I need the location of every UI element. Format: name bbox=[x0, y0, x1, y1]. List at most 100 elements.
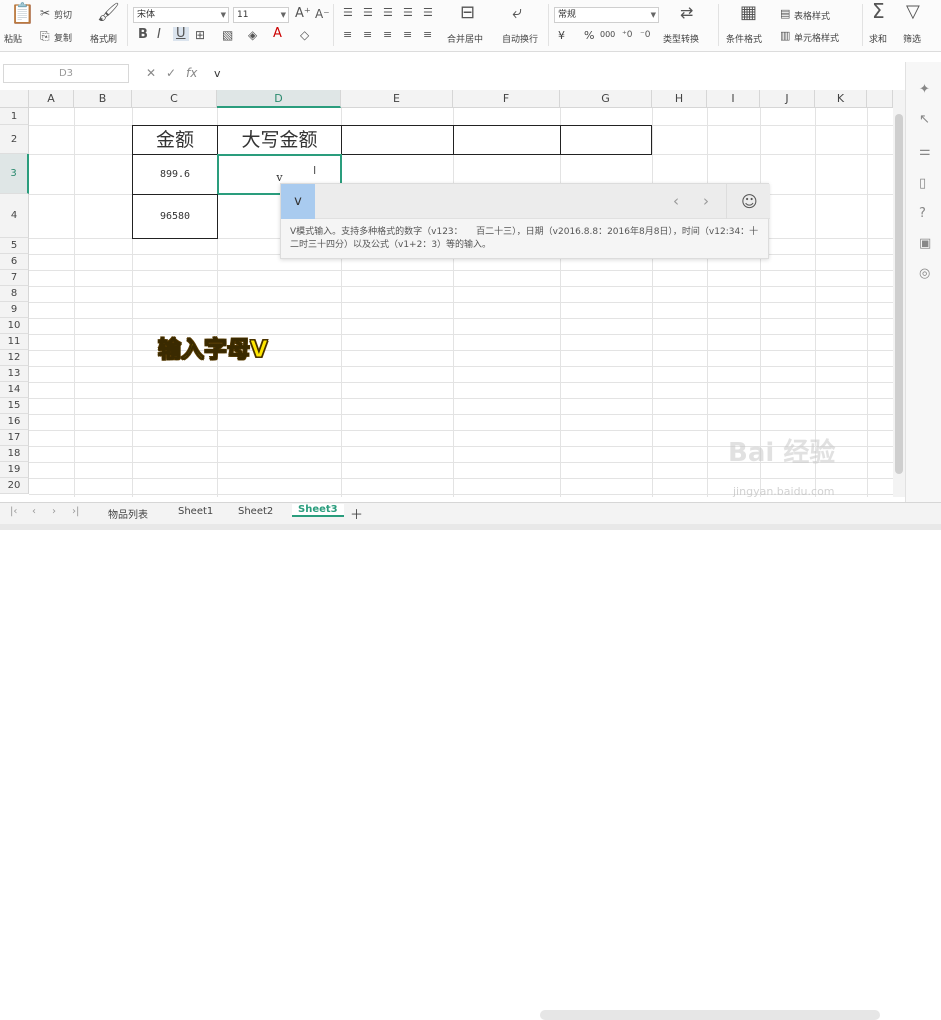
format-painter-icon[interactable]: 🖌 bbox=[97, 4, 120, 22]
cell-d2[interactable]: 大写金额 bbox=[217, 125, 342, 155]
sum-icon[interactable]: Σ bbox=[872, 1, 885, 21]
underline-button[interactable]: U bbox=[173, 27, 189, 41]
properties-icon[interactable]: ⚌ bbox=[919, 144, 931, 159]
wrap-icon[interactable]: ⤶ bbox=[512, 4, 522, 22]
row-header-7[interactable]: 7 bbox=[0, 270, 29, 286]
sheet-tab-sheet3[interactable]: Sheet3 bbox=[292, 504, 344, 517]
merge-icon[interactable]: ⊟ bbox=[460, 4, 475, 22]
name-box[interactable]: D3 bbox=[3, 64, 129, 83]
chevron-right-icon[interactable]: › bbox=[703, 192, 709, 210]
row-header-4[interactable]: 4 bbox=[0, 194, 29, 238]
paste-icon[interactable]: 📋 bbox=[10, 3, 35, 23]
align-right-icon[interactable]: ≡ bbox=[383, 28, 392, 42]
percent-button[interactable]: % bbox=[584, 29, 594, 42]
thousands-button[interactable]: 000 bbox=[600, 30, 615, 39]
column-header-k[interactable]: K bbox=[815, 90, 867, 108]
font-color-icon[interactable]: A bbox=[273, 27, 282, 41]
column-header-a[interactable]: A bbox=[29, 90, 74, 108]
column-header-b[interactable]: B bbox=[74, 90, 132, 108]
add-sheet-icon[interactable]: ＋ bbox=[350, 504, 363, 523]
row-header-1[interactable]: 1 bbox=[0, 108, 29, 125]
decrease-decimal-icon[interactable]: ⁻0 bbox=[640, 28, 650, 42]
row-header-17[interactable]: 17 bbox=[0, 430, 29, 446]
row-header-2[interactable]: 2 bbox=[0, 125, 29, 154]
row-header-20[interactable]: 20 bbox=[0, 478, 29, 494]
column-header-j[interactable]: J bbox=[760, 90, 815, 108]
row-header-14[interactable]: 14 bbox=[0, 382, 29, 398]
cancel-icon[interactable]: ✕ bbox=[146, 66, 156, 80]
chart-icon[interactable]: ▯ bbox=[919, 176, 926, 191]
column-header-h[interactable]: H bbox=[652, 90, 707, 108]
type-convert-icon[interactable]: ⇄ bbox=[680, 5, 693, 21]
column-header-i[interactable]: I bbox=[707, 90, 760, 108]
number-format-select[interactable]: 常规 ▼ bbox=[554, 7, 659, 23]
vertical-scroll-thumb[interactable] bbox=[895, 114, 903, 474]
sheet-tab-items[interactable]: 物品列表 bbox=[108, 506, 148, 521]
row-header-6[interactable]: 6 bbox=[0, 254, 29, 270]
vertical-scrollbar[interactable] bbox=[893, 90, 905, 497]
outdent-icon[interactable]: ☰ bbox=[423, 6, 433, 20]
cell-f2[interactable] bbox=[453, 125, 561, 155]
check-icon[interactable]: ✓ bbox=[166, 66, 176, 80]
indent-icon[interactable]: ☰ bbox=[403, 6, 413, 20]
currency-button[interactable]: ¥ bbox=[558, 29, 565, 42]
last-sheet-icon[interactable]: ›| bbox=[72, 506, 79, 517]
column-header-extra[interactable] bbox=[867, 90, 893, 108]
cell-c3[interactable]: 899.6 bbox=[132, 154, 218, 195]
row-header-16[interactable]: 16 bbox=[0, 414, 29, 430]
row-header-12[interactable]: 12 bbox=[0, 350, 29, 366]
cell-e2[interactable] bbox=[341, 125, 454, 155]
row-header-5[interactable]: 5 bbox=[0, 238, 29, 254]
smiley-icon[interactable]: ☺ bbox=[741, 192, 758, 211]
column-header-d[interactable]: D bbox=[217, 90, 341, 108]
align-left-icon[interactable]: ≡ bbox=[343, 28, 352, 42]
copy-icon[interactable]: ⎘ bbox=[40, 29, 50, 43]
conditional-format-button[interactable]: 条件格式 bbox=[726, 32, 762, 45]
column-header-g[interactable]: G bbox=[560, 90, 652, 108]
row-header-15[interactable]: 15 bbox=[0, 398, 29, 414]
format-painter-button[interactable]: 格式刷 bbox=[90, 32, 117, 45]
table-style-icon[interactable]: ▤ bbox=[780, 7, 790, 21]
next-sheet-icon[interactable]: › bbox=[52, 506, 56, 517]
decrease-font-icon[interactable]: A⁻ bbox=[315, 7, 330, 21]
style-icon[interactable]: ✦ bbox=[919, 82, 930, 97]
row-header-11[interactable]: 11 bbox=[0, 334, 29, 350]
function-icon[interactable]: fx bbox=[186, 66, 197, 80]
filter-icon[interactable]: ▽ bbox=[906, 3, 920, 21]
row-header-13[interactable]: 13 bbox=[0, 366, 29, 382]
justify-icon[interactable]: ≡ bbox=[403, 28, 412, 42]
row-header-8[interactable]: 8 bbox=[0, 286, 29, 302]
row-header-3[interactable]: 3 bbox=[0, 154, 29, 194]
increase-font-icon[interactable]: A⁺ bbox=[295, 7, 311, 21]
image-icon[interactable]: ▣ bbox=[919, 236, 931, 251]
copy-button[interactable]: 复制 bbox=[54, 31, 72, 44]
row-header-18[interactable]: 18 bbox=[0, 446, 29, 462]
paste-button[interactable]: 粘贴 bbox=[4, 32, 22, 45]
table-style-button[interactable]: 表格样式 bbox=[794, 9, 830, 22]
font-name-select[interactable]: 宋体 ▼ bbox=[133, 7, 229, 23]
align-center-icon[interactable]: ≡ bbox=[363, 28, 372, 42]
merge-center-button[interactable]: 合并居中 bbox=[447, 32, 483, 45]
select-all-corner[interactable] bbox=[0, 90, 29, 108]
cell-style-button[interactable]: 单元格样式 bbox=[794, 31, 839, 44]
cell-c2[interactable]: 金额 bbox=[132, 125, 218, 155]
sheet-tab-sheet2[interactable]: Sheet2 bbox=[238, 506, 273, 517]
location-icon[interactable]: ◎ bbox=[919, 266, 930, 281]
bold-button[interactable]: B bbox=[138, 28, 148, 42]
fill-style-icon[interactable]: ▧ bbox=[222, 28, 233, 42]
filter-button[interactable]: 筛选 bbox=[903, 32, 921, 45]
cell-g2[interactable] bbox=[560, 125, 652, 155]
cut-button[interactable]: 剪切 bbox=[54, 8, 72, 21]
column-header-c[interactable]: C bbox=[132, 90, 217, 108]
increase-decimal-icon[interactable]: ⁺0 bbox=[622, 28, 632, 42]
first-sheet-icon[interactable]: |‹ bbox=[10, 506, 17, 517]
font-size-select[interactable]: 11 ▼ bbox=[233, 7, 289, 23]
distributed-icon[interactable]: ≡ bbox=[423, 28, 432, 42]
clear-format-icon[interactable]: ◇ bbox=[300, 28, 309, 42]
align-top-icon[interactable]: ☰ bbox=[343, 6, 353, 20]
column-header-e[interactable]: E bbox=[341, 90, 453, 108]
formula-input[interactable]: v bbox=[214, 67, 221, 80]
cell-style-icon[interactable]: ▥ bbox=[780, 29, 790, 43]
help-icon[interactable]: ? bbox=[919, 206, 926, 221]
sheet-tab-sheet1[interactable]: Sheet1 bbox=[178, 506, 213, 517]
